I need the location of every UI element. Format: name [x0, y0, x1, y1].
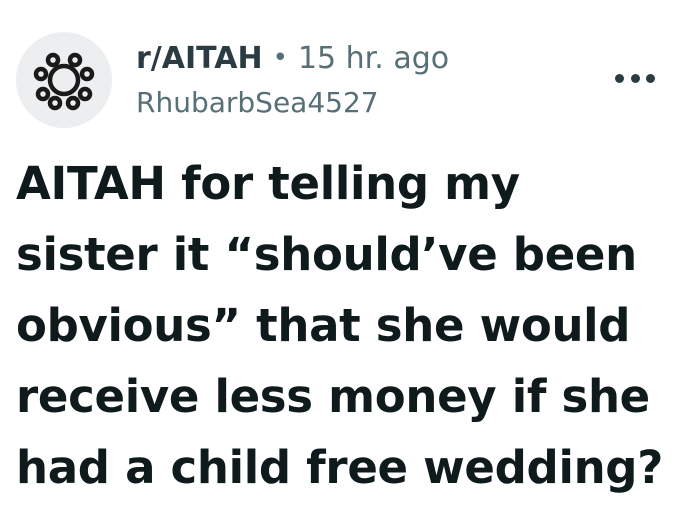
- meta-separator: •: [272, 43, 288, 73]
- more-options-button[interactable]: [615, 66, 655, 90]
- post-timestamp: 15 hr. ago: [297, 40, 450, 76]
- post-title-line: sister it “should’ve been: [16, 228, 637, 281]
- more-options-icon-dot: [630, 73, 640, 83]
- more-options-icon-dot: [646, 73, 655, 83]
- post-header: r/AITAH • 15 hr. ago RhubarbSea4527: [16, 30, 671, 130]
- post-title-line: receive less money if she: [16, 370, 650, 423]
- more-options-icon-dot: [615, 73, 624, 83]
- author-username[interactable]: RhubarbSea4527: [136, 86, 576, 119]
- subreddit-link[interactable]: r/AITAH: [136, 41, 263, 76]
- post-title-line: AITAH for telling my: [16, 157, 520, 210]
- post-title-line: had a child free wedding?: [16, 441, 664, 494]
- post-meta: r/AITAH • 15 hr. ago RhubarbSea4527: [136, 36, 576, 120]
- post-title[interactable]: AITAH for telling my sister it “should’v…: [16, 148, 671, 503]
- post-title-line: obvious” that she would: [16, 299, 631, 352]
- subreddit-avatar[interactable]: [16, 32, 112, 128]
- community-snoo-icon: [33, 52, 95, 111]
- post-card: r/AITAH • 15 hr. ago RhubarbSea4527 AITA…: [0, 0, 687, 519]
- meta-line: r/AITAH • 15 hr. ago: [136, 36, 576, 80]
